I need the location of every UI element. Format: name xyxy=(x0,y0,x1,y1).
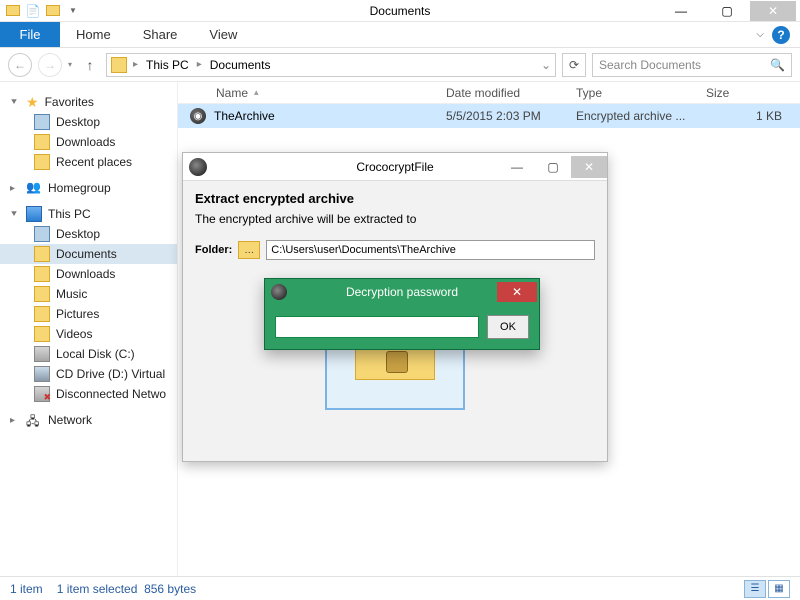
password-close-button[interactable]: ✕ xyxy=(497,282,537,302)
view-icons-button[interactable]: ▦ xyxy=(768,580,790,598)
ribbon-expand-icon[interactable]: ⌵ xyxy=(756,29,764,40)
qa-newfolder-icon[interactable] xyxy=(44,2,62,20)
search-input[interactable]: Search Documents 🔍 xyxy=(592,53,792,77)
back-button[interactable]: ← xyxy=(8,53,32,77)
tree-pc-netdrive[interactable]: ✖Disconnected Netwo xyxy=(0,384,177,404)
croco-minimize-button[interactable]: — xyxy=(499,156,535,178)
folder-path-input[interactable] xyxy=(266,240,595,260)
up-button[interactable]: ↑ xyxy=(80,55,100,75)
file-size: 1 KB xyxy=(698,109,790,123)
address-bar: ← → ▾ ↑ ▸ This PC ▸ Documents ⌄ ⟳ Search… xyxy=(0,48,800,82)
tree-downloads[interactable]: Downloads xyxy=(0,132,177,152)
folder-icon xyxy=(111,57,127,73)
status-count: 1 item xyxy=(10,582,43,596)
search-icon: 🔍 xyxy=(770,58,785,72)
folder-label: Folder: xyxy=(195,244,232,256)
pc-icon xyxy=(26,206,42,222)
lock-icon xyxy=(386,351,408,373)
minimize-button[interactable]: — xyxy=(658,1,704,21)
file-tab[interactable]: File xyxy=(0,22,60,47)
archive-icon: ◉ xyxy=(190,108,206,124)
tree-pc-documents[interactable]: Documents xyxy=(0,244,177,264)
history-dropdown-icon[interactable]: ▾ xyxy=(68,60,74,69)
breadcrumb[interactable]: ▸ This PC ▸ Documents ⌄ xyxy=(106,53,556,77)
tree-network[interactable]: ▸🖧Network xyxy=(0,410,177,430)
help-icon[interactable]: ? xyxy=(772,26,790,44)
crococrypt-icon xyxy=(189,158,207,176)
view-details-button[interactable]: ☰ xyxy=(744,580,766,598)
croco-heading: Extract encrypted archive xyxy=(195,191,595,206)
breadcrumb-dropdown-icon[interactable]: ⌄ xyxy=(541,58,551,72)
croco-description: The encrypted archive will be extracted … xyxy=(195,212,595,226)
croco-close-button[interactable]: ✕ xyxy=(571,156,607,178)
tab-share[interactable]: Share xyxy=(127,22,194,47)
password-dialog: Decryption password ✕ OK xyxy=(264,278,540,350)
tab-view[interactable]: View xyxy=(193,22,253,47)
col-size[interactable]: Size xyxy=(698,82,790,103)
qa-dropdown-icon[interactable]: ▼ xyxy=(64,2,82,20)
tab-home[interactable]: Home xyxy=(60,22,127,47)
crumb-documents[interactable]: Documents xyxy=(208,58,273,72)
refresh-button[interactable]: ⟳ xyxy=(562,53,586,77)
browse-folder-button[interactable]: … xyxy=(238,241,260,259)
col-date[interactable]: Date modified xyxy=(438,82,568,103)
ribbon: File Home Share View ⌵ ? xyxy=(0,22,800,48)
col-type[interactable]: Type xyxy=(568,82,698,103)
maximize-button[interactable]: ▢ xyxy=(704,1,750,21)
file-date: 5/5/2015 2:03 PM xyxy=(438,109,568,123)
qa-props-icon[interactable]: 📄 xyxy=(24,2,42,20)
tree-pc-cddrive[interactable]: CD Drive (D:) Virtual xyxy=(0,364,177,384)
status-bytes: 856 bytes xyxy=(144,582,196,596)
file-type: Encrypted archive ... xyxy=(568,109,698,123)
tree-thispc[interactable]: ⯆This PC xyxy=(0,204,177,224)
column-headers: Name▴ Date modified Type Size xyxy=(178,82,800,104)
crococrypt-titlebar[interactable]: CrococryptFile — ▢ ✕ xyxy=(183,153,607,181)
password-dialog-icon xyxy=(271,284,287,300)
tree-pc-localdisk[interactable]: Local Disk (C:) xyxy=(0,344,177,364)
tree-pc-downloads[interactable]: Downloads xyxy=(0,264,177,284)
chevron-right-icon[interactable]: ▸ xyxy=(195,59,204,70)
tree-recent[interactable]: Recent places xyxy=(0,152,177,172)
app-icon xyxy=(4,2,22,20)
col-name[interactable]: Name▴ xyxy=(178,82,438,103)
ok-button[interactable]: OK xyxy=(487,315,529,339)
status-bar: 1 item 1 item selected 856 bytes ☰ ▦ xyxy=(0,576,800,600)
homegroup-icon: 👥 xyxy=(26,180,42,196)
tree-pc-music[interactable]: Music xyxy=(0,284,177,304)
tree-pc-desktop[interactable]: Desktop xyxy=(0,224,177,244)
tree-desktop[interactable]: Desktop xyxy=(0,112,177,132)
status-selected: 1 item selected xyxy=(57,582,138,596)
tree-homegroup[interactable]: ▸👥Homegroup xyxy=(0,178,177,198)
tree-pc-pictures[interactable]: Pictures xyxy=(0,304,177,324)
search-placeholder: Search Documents xyxy=(599,58,701,72)
file-row[interactable]: ◉ TheArchive 5/5/2015 2:03 PM Encrypted a… xyxy=(178,104,800,128)
nav-tree: ⯆★Favorites Desktop Downloads Recent pla… xyxy=(0,82,178,576)
password-titlebar[interactable]: Decryption password ✕ xyxy=(265,279,539,305)
tree-pc-videos[interactable]: Videos xyxy=(0,324,177,344)
chevron-right-icon[interactable]: ▸ xyxy=(131,59,140,70)
file-name: TheArchive xyxy=(214,109,275,123)
password-input[interactable] xyxy=(275,316,479,338)
tree-favorites[interactable]: ⯆★Favorites xyxy=(0,92,177,112)
sort-asc-icon: ▴ xyxy=(254,87,259,98)
titlebar: 📄 ▼ Documents — ▢ ✕ xyxy=(0,0,800,22)
crumb-thispc[interactable]: This PC xyxy=(144,58,191,72)
croco-maximize-button[interactable]: ▢ xyxy=(535,156,571,178)
close-button[interactable]: ✕ xyxy=(750,1,796,21)
forward-button[interactable]: → xyxy=(38,53,62,77)
network-icon: 🖧 xyxy=(26,412,42,428)
